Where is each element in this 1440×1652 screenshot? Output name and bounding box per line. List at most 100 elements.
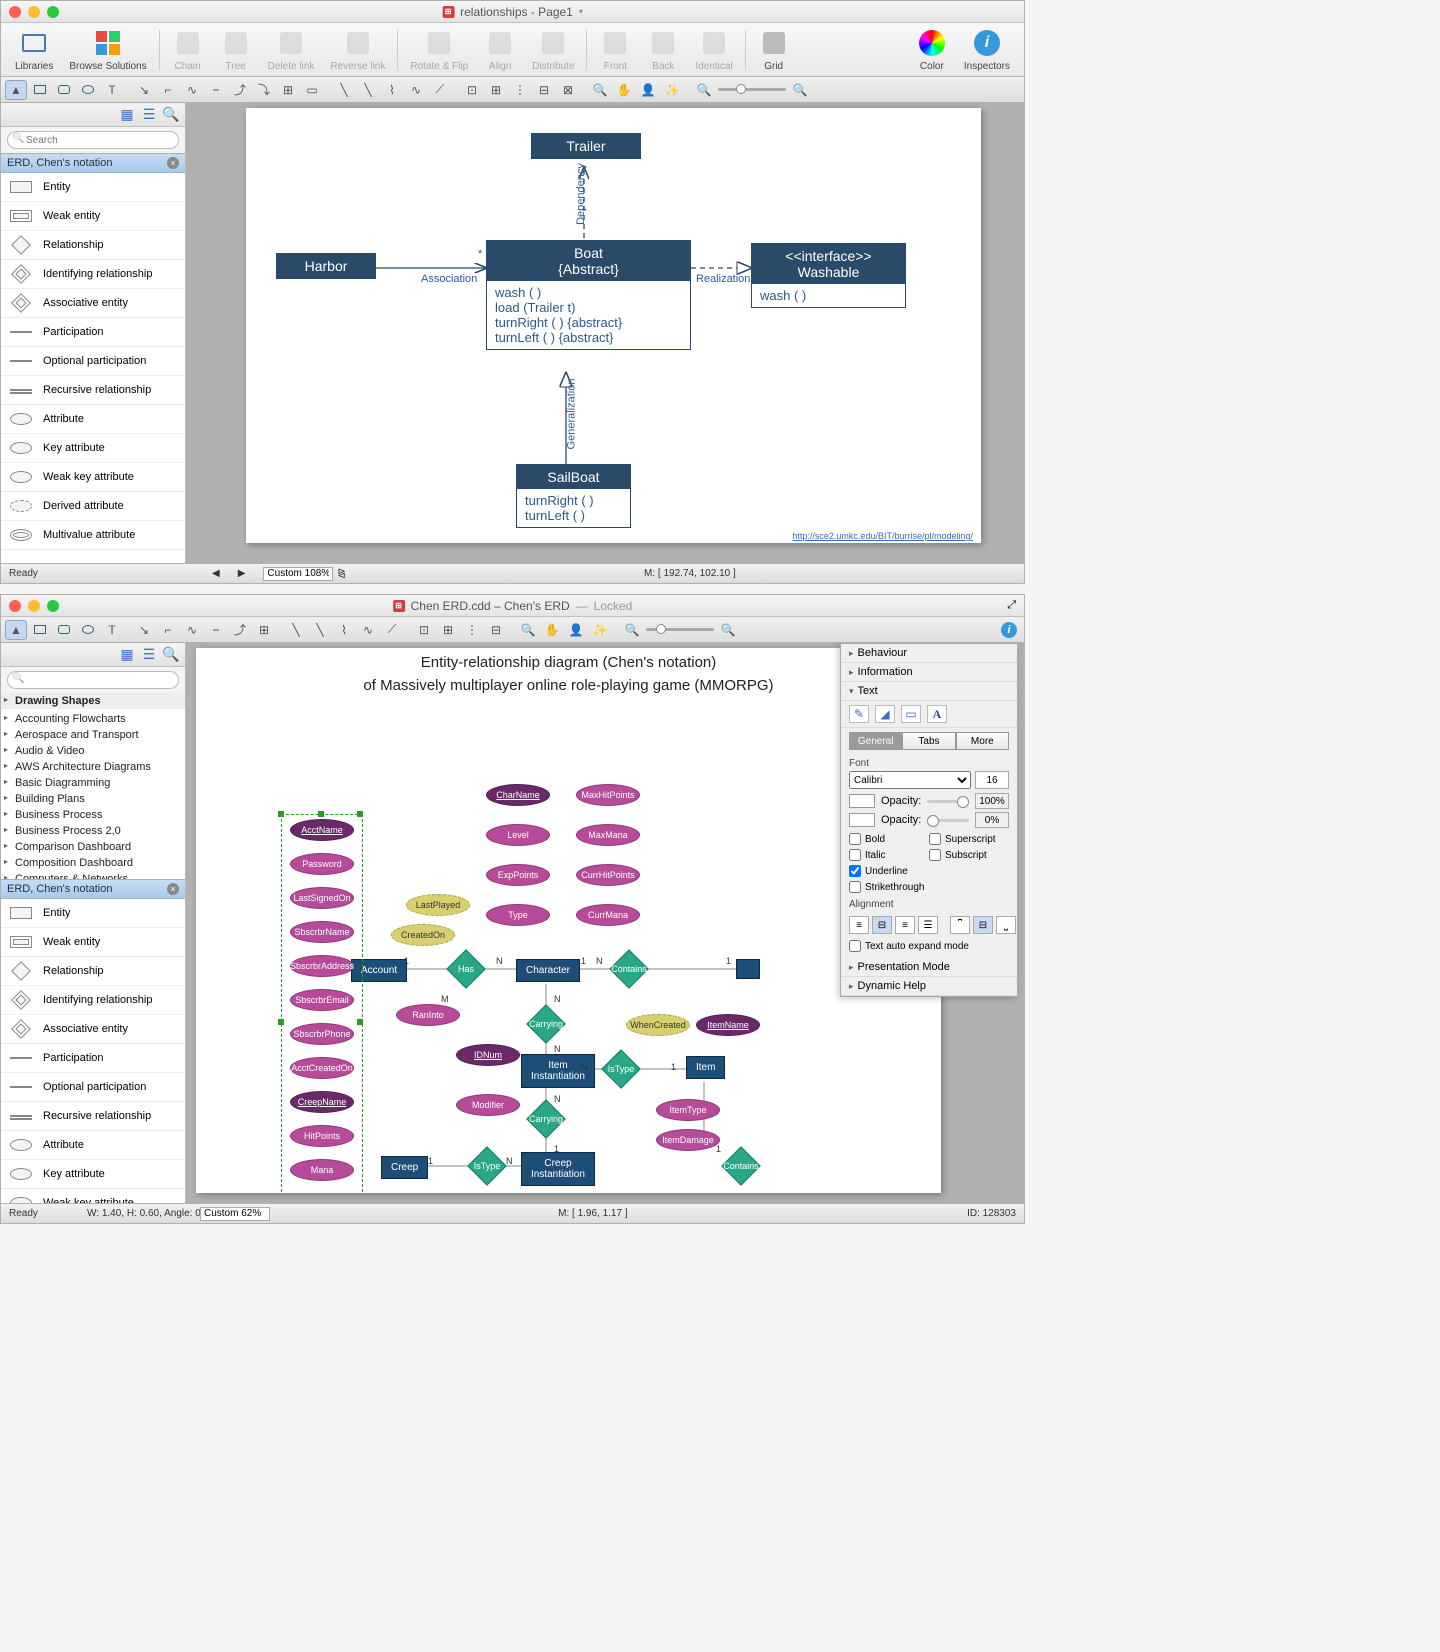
erd-attr[interactable]: CharName xyxy=(486,784,550,806)
conn5-icon[interactable]: ⤴ xyxy=(229,620,251,640)
washable-interface[interactable]: <<interface>> Washable wash ( ) xyxy=(751,243,906,308)
erd-attr[interactable]: LastPlayed xyxy=(406,894,470,916)
list-view-icon[interactable]: ☰ xyxy=(141,107,157,123)
conn5-icon[interactable]: ⤴ xyxy=(229,80,251,100)
super-check[interactable]: Superscript xyxy=(929,833,1009,845)
conn6-icon[interactable]: ⊞ xyxy=(253,620,275,640)
close-icon[interactable] xyxy=(9,6,21,18)
search-input[interactable] xyxy=(7,131,179,149)
erd-relationship[interactable]: Has xyxy=(446,949,486,989)
zoomin-icon[interactable]: 🔍 xyxy=(717,620,739,640)
lib-item[interactable]: Attribute xyxy=(1,405,185,434)
footer-link[interactable]: http://sce2.umkc.edu/BIT/burrise/pl/mode… xyxy=(792,531,973,541)
person-tool-icon[interactable]: 👤 xyxy=(637,80,659,100)
zoomin-icon[interactable]: 🔍 xyxy=(789,80,811,100)
zoom-input[interactable] xyxy=(263,567,333,581)
zoom-input[interactable] xyxy=(200,1207,270,1221)
titlebar[interactable]: ⊞ relationships - Page1 ▾ xyxy=(1,1,1024,23)
rrect-tool-icon[interactable] xyxy=(53,620,75,640)
toolbar-grid[interactable]: Grid xyxy=(752,27,796,72)
line2-icon[interactable]: ╲ xyxy=(357,80,379,100)
erd-attr[interactable]: MaxMana xyxy=(576,824,640,846)
trailer-class[interactable]: Trailer xyxy=(531,133,641,159)
zoomout-icon[interactable]: 🔍 xyxy=(621,620,643,640)
toolbar-chain[interactable]: Chain xyxy=(166,27,210,72)
zoom-icon[interactable] xyxy=(47,600,59,612)
line4-icon[interactable]: ∿ xyxy=(405,80,427,100)
font-icon[interactable]: A xyxy=(927,705,947,723)
grid3-icon[interactable]: ⋮ xyxy=(509,80,531,100)
erd-attr[interactable]: WhenCreated xyxy=(626,1014,690,1036)
tree-item[interactable]: AWS Architecture Diagrams xyxy=(1,759,185,775)
lib-item[interactable]: Key attribute xyxy=(1,1160,185,1189)
erd-attr[interactable]: MaxHitPoints xyxy=(576,784,640,806)
conn8-icon[interactable]: ▭ xyxy=(301,80,323,100)
close-library-icon[interactable]: × xyxy=(167,157,179,169)
nav-next-icon[interactable]: ▶ xyxy=(238,568,246,579)
line3-icon[interactable]: ⌇ xyxy=(381,80,403,100)
search-tool-icon[interactable]: 🔍 xyxy=(589,80,611,100)
erd-attr[interactable]: ItemDamage xyxy=(656,1129,720,1151)
dropdown-icon[interactable]: ▾ xyxy=(579,7,583,16)
lib-item[interactable]: Weak key attribute xyxy=(1,1189,185,1203)
conn1-icon[interactable]: ↘ xyxy=(133,620,155,640)
font-select[interactable]: Calibri xyxy=(849,771,971,789)
toolbar-reverse-link[interactable]: Reverse link xyxy=(324,27,391,72)
grid1-icon[interactable]: ⊡ xyxy=(461,80,483,100)
fill-icon[interactable]: ◢ xyxy=(875,705,895,723)
toolbar-front[interactable]: Front xyxy=(593,27,637,72)
search-view-icon[interactable]: 🔍 xyxy=(163,647,179,663)
toolbar-rotate-flip[interactable]: Rotate & Flip xyxy=(404,27,474,72)
boat-class[interactable]: Boat {Abstract} wash ( )load (Trailer t)… xyxy=(486,240,691,350)
toolbar-align[interactable]: Align xyxy=(478,27,522,72)
erd-attr[interactable]: LastSignedOn xyxy=(290,887,354,909)
conn3-icon[interactable]: ∿ xyxy=(181,80,203,100)
thumbnail-view-icon[interactable]: ▦ xyxy=(119,107,135,123)
opacity-swatch-2[interactable] xyxy=(849,813,875,827)
erd-relationship[interactable]: Contains xyxy=(609,949,649,989)
valign-top-icon[interactable]: ⎴ xyxy=(950,916,970,934)
erd-attr[interactable]: ItemName xyxy=(696,1014,760,1036)
erd-ent[interactable]: Creep xyxy=(381,1156,428,1179)
tab-general[interactable]: General xyxy=(849,732,902,750)
lib-item[interactable]: Attribute xyxy=(1,1131,185,1160)
tree-item[interactable]: Basic Diagramming xyxy=(1,775,185,791)
tab-more[interactable]: More xyxy=(956,732,1009,750)
bold-check[interactable]: Bold xyxy=(849,833,929,845)
ellipse-tool-icon[interactable] xyxy=(77,80,99,100)
tree-item[interactable]: Business Process xyxy=(1,807,185,823)
lib-item[interactable]: Identifying relationship xyxy=(1,986,185,1015)
text-tool-icon[interactable]: T xyxy=(101,80,123,100)
erd-attr[interactable]: CurrHitPoints xyxy=(576,864,640,886)
lib-item[interactable]: Participation xyxy=(1,1044,185,1073)
lib-item[interactable]: Optional participation xyxy=(1,1073,185,1102)
sub-check[interactable]: Subscript xyxy=(929,849,1009,861)
zoomout-icon[interactable]: 🔍 xyxy=(693,80,715,100)
opacity-swatch-1[interactable] xyxy=(849,794,875,808)
erd-attr[interactable]: SbscrbrPhone xyxy=(290,1023,354,1045)
zoom-slider[interactable] xyxy=(645,620,715,640)
expand-icon[interactable]: ⤢ xyxy=(1007,599,1016,612)
grid3-icon[interactable]: ⋮ xyxy=(461,620,483,640)
rect-tool-icon[interactable] xyxy=(29,80,51,100)
pen-icon[interactable]: ✎ xyxy=(849,705,869,723)
lib-item[interactable]: Relationship xyxy=(1,231,185,260)
lib-item[interactable]: Weak key attribute xyxy=(1,463,185,492)
conn4-icon[interactable]: ⎯ xyxy=(205,80,227,100)
dynamic-help-section[interactable]: Dynamic Help xyxy=(841,977,1017,996)
grid5-icon[interactable]: ⊠ xyxy=(557,80,579,100)
presentation-mode-section[interactable]: Presentation Mode xyxy=(841,958,1017,977)
line3-icon[interactable]: ⌇ xyxy=(333,620,355,640)
conn2-icon[interactable]: ⌐ xyxy=(157,80,179,100)
align-justify-icon[interactable]: ☰ xyxy=(918,916,938,934)
opacity-slider-1[interactable] xyxy=(927,800,969,803)
italic-check[interactable]: Italic xyxy=(849,849,929,861)
erd-attr[interactable]: Mana xyxy=(290,1159,354,1181)
lib-item[interactable]: Weak entity xyxy=(1,202,185,231)
lib-item[interactable]: Entity xyxy=(1,173,185,202)
align-left-icon[interactable]: ≡ xyxy=(849,916,869,934)
lib-item[interactable]: Recursive relationship xyxy=(1,376,185,405)
zoom-control[interactable]: ⧎ xyxy=(263,567,345,581)
toolbar-color[interactable]: Color xyxy=(910,27,954,72)
tree-item[interactable]: Audio & Video xyxy=(1,743,185,759)
